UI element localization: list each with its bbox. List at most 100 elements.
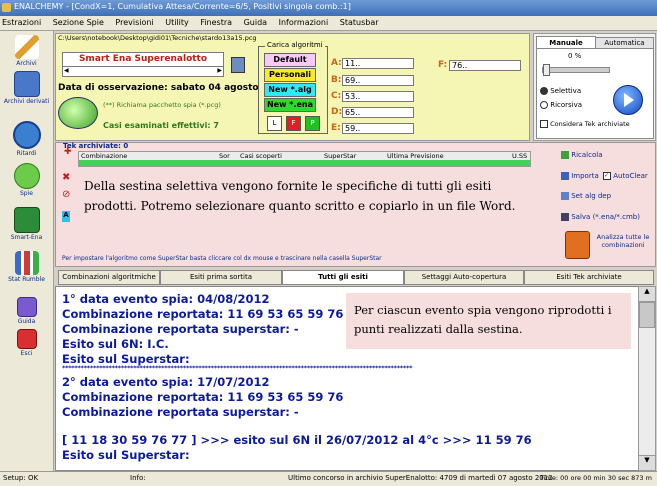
delete-icon[interactable]: ✖ bbox=[62, 172, 70, 183]
floppy-icon bbox=[561, 213, 569, 221]
status-time: Time: 00 ore 00 min 30 sec 873 m bbox=[540, 474, 652, 482]
default-button[interactable]: Default bbox=[264, 53, 316, 67]
salva-button[interactable]: Salva (*.ena/*.cmb) bbox=[561, 213, 640, 221]
status-info: Info: bbox=[130, 474, 146, 482]
play-icon bbox=[624, 93, 634, 107]
analizza-button[interactable]: Analizza tutte le combinazioni bbox=[594, 233, 652, 249]
menu-finestra[interactable]: Finestra bbox=[200, 18, 232, 27]
autoclear-checkbox[interactable]: ✓ AutoClear bbox=[603, 172, 648, 180]
mode-panel: Manuale Automatica 0 % Selettiva Ricorsi… bbox=[533, 33, 656, 141]
results-annotation: Per ciascun evento spia vengono riprodot… bbox=[346, 293, 631, 349]
sidebar: Archivi Archivi derivati Ritardi Spie Sm… bbox=[0, 31, 54, 471]
radio-selettiva[interactable]: Selettiva bbox=[540, 87, 581, 95]
tab-combinazioni-algoritmiche[interactable]: Combinazioni algoritmiche bbox=[58, 270, 160, 285]
menu-guida[interactable]: Guida bbox=[244, 18, 267, 27]
clock-icon bbox=[12, 121, 41, 149]
new-ena-button[interactable]: New *.ena bbox=[264, 98, 316, 112]
importa-button[interactable]: Importa bbox=[561, 172, 599, 180]
spy-package-icon[interactable] bbox=[58, 97, 98, 129]
menu-bar: Estrazioni Sezione Spie Previsioni Utili… bbox=[0, 16, 657, 31]
importa-icon bbox=[561, 172, 569, 180]
play-button[interactable] bbox=[613, 85, 643, 115]
sidebar-item-ritardi[interactable]: Ritardi bbox=[0, 121, 53, 157]
menu-estrazioni[interactable]: Estrazioni bbox=[2, 18, 41, 27]
sidebar-item-smart-ena[interactable]: Smart-Ena bbox=[0, 207, 53, 241]
ricalcola-button[interactable]: Ricalcola bbox=[561, 151, 603, 159]
window-title: ENALCHEMY - [CondX=1, Cumulativa Attesa/… bbox=[14, 2, 351, 11]
carica-algoritmi-group: Carica algoritmi Default Personali New *… bbox=[258, 41, 328, 134]
tek-caption: Tek archiviate: 0 bbox=[63, 142, 129, 150]
personali-button[interactable]: Personali bbox=[264, 68, 316, 82]
f-button[interactable]: F bbox=[286, 116, 301, 131]
result-line: Combinazione reportata superstar: - bbox=[62, 405, 299, 419]
pencil-icon bbox=[14, 35, 39, 59]
exit-icon bbox=[16, 329, 37, 349]
slider-thumb[interactable] bbox=[543, 64, 550, 76]
calculator-icon[interactable] bbox=[565, 231, 590, 259]
richiama-label[interactable]: (**) Richiama pacchetto spia (*.pcg) bbox=[103, 101, 221, 109]
title-bar: ENALCHEMY - [CondX=1, Cumulativa Attesa/… bbox=[0, 0, 657, 16]
tab-settaggi-auto-copertura[interactable]: Settaggi Auto-copertura bbox=[404, 270, 524, 285]
tab-tutti-gli-esiti[interactable]: Tutti gli esiti bbox=[282, 270, 404, 285]
scroll-right-icon[interactable]: ▶ bbox=[217, 67, 222, 74]
menu-informazioni[interactable]: Informazioni bbox=[279, 18, 329, 27]
sidebar-item-spie[interactable]: Spie bbox=[0, 163, 53, 197]
chart-icon bbox=[14, 251, 39, 275]
tek-table-row[interactable] bbox=[78, 160, 531, 167]
sidebar-item-archivi-derivati[interactable]: Archivi derivati bbox=[0, 71, 53, 105]
select-d[interactable]: D: 65.. bbox=[331, 107, 421, 119]
set-alg-dep-button[interactable]: Set alg dep bbox=[561, 192, 611, 200]
percent-slider[interactable] bbox=[542, 64, 610, 76]
path-label: C:\Users\notebook\Desktop\gidi01\Tecnich… bbox=[58, 34, 257, 42]
sidebar-item-esci[interactable]: Esci bbox=[0, 329, 53, 357]
book-icon bbox=[16, 297, 37, 317]
result-line: Esito sul 6N: I.C. bbox=[62, 337, 169, 351]
save-icon[interactable] bbox=[231, 57, 245, 73]
tab-esiti-prima-sortita[interactable]: Esiti prima sortita bbox=[160, 270, 282, 285]
select-c[interactable]: C: 53.. bbox=[331, 91, 421, 103]
scroll-down-icon[interactable]: ▼ bbox=[639, 455, 655, 470]
results-text-area[interactable]: 1° data evento spia: 04/08/2012 Combinaz… bbox=[55, 286, 639, 471]
select-e[interactable]: E: 59.. bbox=[331, 123, 421, 135]
l-button[interactable]: L bbox=[267, 116, 282, 131]
result-line: Combinazione reportata superstar: - bbox=[62, 322, 299, 336]
scroll-left-icon[interactable]: ◀ bbox=[64, 67, 69, 74]
result-tabs: Combinazioni algoritmiche Esiti prima so… bbox=[55, 270, 654, 285]
a-icon[interactable]: A bbox=[62, 211, 70, 222]
game-scrollbar[interactable]: ◀ ▶ bbox=[62, 66, 224, 77]
sidebar-item-guida[interactable]: Guida bbox=[0, 297, 53, 325]
result-line: Combinazione reportata: 11 69 53 65 59 7… bbox=[62, 390, 344, 404]
result-line: 1° data evento spia: 04/08/2012 bbox=[62, 292, 270, 306]
casi-esaminati: Casi esaminati effettivi: 7 bbox=[103, 121, 219, 130]
considera-checkbox[interactable]: Considera Tek archiviate bbox=[540, 120, 630, 128]
sidebar-item-archivi[interactable]: Archivi bbox=[0, 35, 53, 67]
select-f[interactable]: F: 76.. bbox=[438, 60, 528, 72]
results-scrollbar[interactable]: ▲ ▼ bbox=[638, 286, 656, 471]
radio-ricorsiva[interactable]: Ricorsiva bbox=[540, 101, 582, 109]
p-button[interactable]: P bbox=[305, 116, 320, 131]
tek-annotation: Della sestina selettiva vengono fornite … bbox=[78, 176, 529, 238]
status-ultimo: Ultimo concorso in archivio SuperEnalott… bbox=[288, 474, 553, 482]
result-line: Esito sul Superstar: bbox=[62, 448, 190, 462]
menu-previsioni[interactable]: Previsioni bbox=[115, 18, 153, 27]
app-icon bbox=[2, 3, 11, 12]
new-alg-button[interactable]: New *.alg bbox=[264, 83, 316, 97]
scroll-thumb[interactable] bbox=[639, 302, 655, 328]
game-name-field: Smart Ena Superenalotto bbox=[62, 52, 224, 67]
chip-icon bbox=[13, 207, 40, 233]
menu-statusbar[interactable]: Statusbar bbox=[340, 18, 379, 27]
menu-sezione-spie[interactable]: Sezione Spie bbox=[53, 18, 104, 27]
computer-icon bbox=[13, 71, 40, 97]
select-b[interactable]: B: 69.. bbox=[331, 75, 421, 87]
select-a[interactable]: A: 11.. bbox=[331, 58, 421, 70]
stop-icon[interactable]: ⊘ bbox=[62, 189, 70, 200]
status-setup: Setup: OK bbox=[3, 474, 39, 482]
result-line: 2° data evento spia: 17/07/2012 bbox=[62, 375, 270, 389]
tab-esiti-tek-archiviate[interactable]: Esiti Tek archiviate bbox=[524, 270, 654, 285]
sidebar-item-stat-rumble[interactable]: Stat Rumble bbox=[0, 251, 53, 283]
carica-algoritmi-label: Carica algoritmi bbox=[265, 41, 325, 49]
menu-utility[interactable]: Utility bbox=[165, 18, 189, 27]
scroll-up-icon[interactable]: ▲ bbox=[639, 287, 655, 302]
percent-label: 0 % bbox=[568, 52, 582, 60]
pin-icon[interactable]: ✚ bbox=[64, 147, 72, 157]
